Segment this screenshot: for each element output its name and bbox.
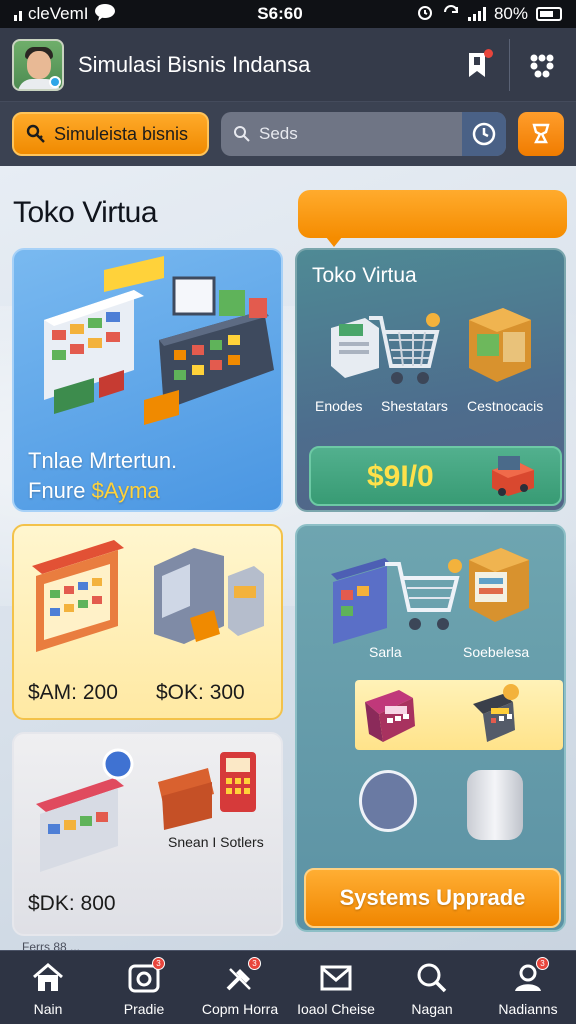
- offer-price-2: $OK: 300: [156, 681, 245, 704]
- carrier-name: cleVemI: [28, 4, 89, 23]
- search-input[interactable]: Seds: [259, 124, 454, 144]
- shop-stalls-illustration: [32, 540, 264, 652]
- nav-camera-label: Pradie: [123, 1001, 165, 1017]
- offer-grey-price: $DK: 800: [28, 892, 116, 915]
- user-icon: 3: [511, 957, 549, 995]
- card-reader-icon: [365, 690, 415, 742]
- home-icon: [31, 961, 65, 995]
- package-icon: [469, 308, 531, 382]
- battery-percent: 80%: [493, 4, 528, 23]
- bookmark-button[interactable]: [455, 43, 499, 87]
- app-bar: Simulasi Bisnis Indansa: [0, 28, 576, 102]
- payment-terminals-strip: [355, 680, 563, 750]
- store-feature-card[interactable]: Tnlae Mrtertun. Fnure $Ayma: [12, 248, 283, 512]
- nav-profile-label: Nadianns: [498, 1001, 558, 1017]
- nav-home[interactable]: Nain: [0, 951, 96, 1024]
- store-price: $9I/0: [367, 460, 434, 493]
- camera-icon: 3: [127, 957, 165, 995]
- main-content: Toko Virtua Tnlae Mrtertun. Fnure $Ayma …: [0, 166, 576, 950]
- key-icon: [26, 124, 45, 143]
- nav-mail-label: Ioaol Cheise: [297, 1001, 375, 1017]
- offer-grey-label: Snean I Sotlers: [168, 834, 264, 850]
- store-illustration: [44, 256, 274, 425]
- search-bar[interactable]: Seds: [221, 112, 506, 156]
- clock-button[interactable]: [462, 112, 506, 156]
- trophy-button[interactable]: [518, 112, 564, 156]
- store-panel-card[interactable]: Toko Virtua Enodes Shestatars Cestnocaci…: [295, 248, 566, 512]
- mail-icon: [319, 961, 353, 995]
- nav-search[interactable]: Nagan: [384, 951, 480, 1024]
- nav-profile-badge: 3: [536, 957, 549, 970]
- nav-tools-label: Copm Horra: [201, 1001, 279, 1017]
- nav-camera[interactable]: 3 Pradie: [96, 951, 192, 1024]
- clock: S6:60: [257, 4, 303, 23]
- upgrade-label-2: Soebelesa: [463, 644, 530, 660]
- store-feature-highlight: $Ayma: [91, 478, 160, 503]
- clock-icon: [472, 122, 496, 146]
- cylinder-item: [467, 770, 523, 840]
- nav-search-label: Nagan: [411, 1001, 453, 1017]
- systems-upgrade-button[interactable]: Systems Upprade: [304, 868, 561, 928]
- search-icon: [415, 961, 449, 995]
- grid-menu-button[interactable]: [520, 43, 564, 87]
- offer-price-1: $AM: 200: [28, 681, 118, 704]
- trophy-icon: [532, 123, 550, 144]
- tools-icon: 3: [223, 957, 261, 995]
- upgrade-label-1: Sarla: [369, 644, 402, 660]
- upgrade-panel-card: Sarla Soebelesa Systems Upprade: [295, 524, 566, 932]
- divider: [509, 38, 510, 91]
- status-bar: cleVemI S6:60 80%: [0, 0, 576, 28]
- section-title: Toko Virtua: [13, 196, 158, 229]
- store-feature-line2: Fnure: [28, 478, 92, 503]
- nav-profile[interactable]: 3 Nadianns: [480, 951, 576, 1024]
- store-panel-title: Toko Virtua: [312, 264, 417, 287]
- delivery-truck-icon: [492, 456, 534, 496]
- promo-banner[interactable]: [298, 190, 567, 247]
- toolbar: Simuleista bisnis Seds: [0, 102, 576, 166]
- pos-terminal-icon: [473, 684, 519, 742]
- simulation-button-label: Simuleista bisnis: [54, 123, 189, 144]
- signal-icon: [14, 7, 22, 21]
- alarm-icon: [416, 3, 434, 26]
- app-title: Simulasi Bisnis Indansa: [78, 51, 311, 77]
- store-panel-label-3: Cestnocacis: [467, 398, 544, 414]
- bottom-nav: Nain 3 Pradie 3 Copm Horra Ioaol Cheise …: [0, 950, 576, 1024]
- signal-bars-icon: [467, 7, 486, 21]
- nav-tools[interactable]: 3 Copm Horra: [192, 951, 288, 1024]
- avatar[interactable]: [12, 38, 64, 91]
- nav-home-label: Nain: [33, 1001, 63, 1017]
- store-panel-label-2: Shestatars: [381, 398, 448, 414]
- store-feature-line1: Tnlae Mrtertun.: [28, 448, 178, 473]
- nav-camera-badge: 3: [152, 957, 165, 970]
- offer-card-yellow[interactable]: $AM: 200 $OK: 300: [12, 524, 283, 720]
- grid-menu-icon: [530, 54, 554, 77]
- cart-icon: [369, 313, 440, 384]
- package-icon: [469, 548, 529, 622]
- nav-mail[interactable]: Ioaol Cheise: [288, 951, 384, 1024]
- store-feature-caption: Tnlae Mrtertun. Fnure $Ayma: [28, 446, 177, 506]
- partial-text: Ferrs 88 ...: [22, 940, 81, 950]
- nav-tools-badge: 3: [248, 957, 261, 970]
- battery-icon: [536, 7, 562, 21]
- sync-icon: [442, 3, 460, 26]
- store-price-button[interactable]: $9I/0: [309, 446, 562, 506]
- store-panel-label-1: Enodes: [315, 398, 363, 414]
- search-icon: [234, 126, 250, 142]
- kiosk-illustration: [36, 748, 256, 872]
- offer-card-grey[interactable]: Snean I Sotlers $DK: 800: [12, 732, 283, 936]
- chat-icon: [94, 3, 116, 26]
- circle-button[interactable]: [359, 770, 417, 832]
- simulation-button[interactable]: Simuleista bisnis: [12, 112, 209, 156]
- shop-cart-illustration: [331, 558, 462, 644]
